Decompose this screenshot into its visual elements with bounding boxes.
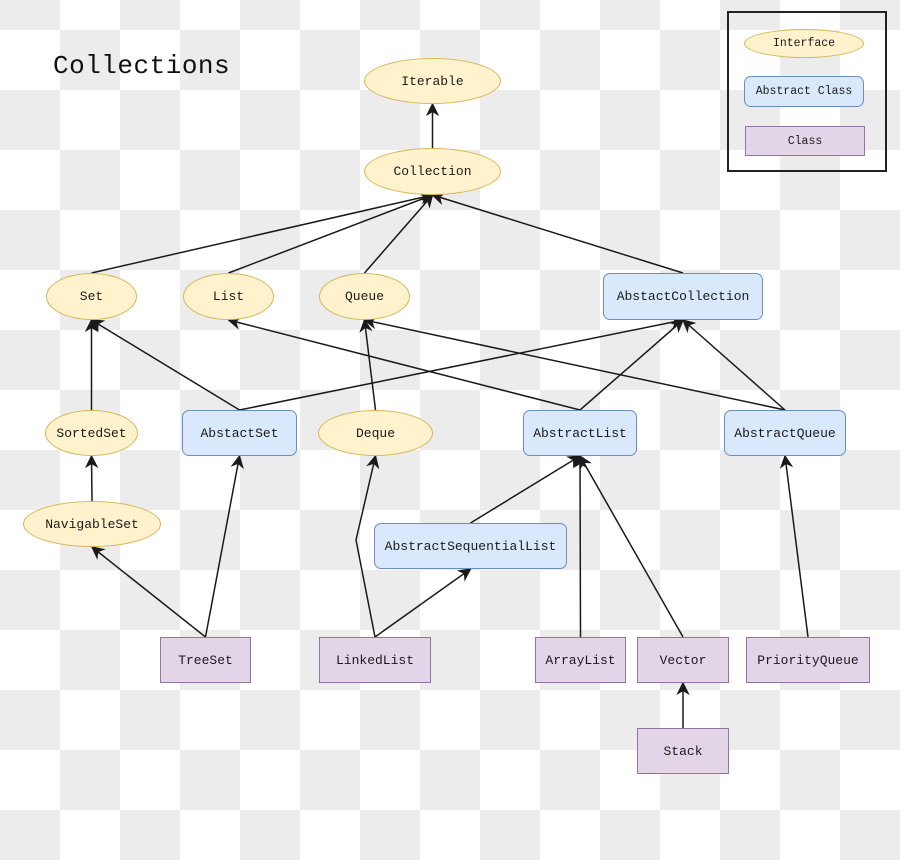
legend-interface: Interface xyxy=(744,29,864,58)
node-vector[interactable]: Vector xyxy=(637,637,729,683)
node-collection[interactable]: Collection xyxy=(364,148,501,195)
node-array-list[interactable]: ArrayList xyxy=(535,637,626,683)
node-abstact-collection[interactable]: AbstactCollection xyxy=(603,273,763,320)
node-navigable-set[interactable]: NavigableSet xyxy=(23,501,161,547)
edge-tree-set-to-navigable-set xyxy=(90,546,206,638)
node-abstract-list[interactable]: AbstractList xyxy=(523,410,637,456)
edge-linked-list-to-abstract-sequential-list xyxy=(374,568,472,638)
edge-tree-set-to-abstact-set xyxy=(204,454,244,638)
edge-deque-to-queue xyxy=(359,318,377,411)
node-queue[interactable]: Queue xyxy=(319,273,410,320)
node-abstact-set[interactable]: AbstactSet xyxy=(182,410,297,456)
node-list[interactable]: List xyxy=(183,273,274,320)
node-iterable[interactable]: Iterable xyxy=(364,58,501,104)
edge-set-to-collection xyxy=(91,191,434,274)
legend: Interface Abstract Class Class xyxy=(727,11,887,172)
node-priority-queue[interactable]: PriorityQueue xyxy=(746,637,870,683)
edge-vector-to-abstract-list xyxy=(579,454,684,638)
edge-array-list-to-abstract-list xyxy=(573,454,587,638)
node-abstract-queue[interactable]: AbstractQueue xyxy=(724,410,846,456)
edge-navigable-set-to-sorted-set xyxy=(84,454,99,502)
edge-abstract-queue-to-abstact-collection xyxy=(681,319,786,411)
edge-abstact-set-to-abstact-collection xyxy=(239,315,685,411)
node-deque[interactable]: Deque xyxy=(318,410,433,456)
edge-abstact-collection-to-collection xyxy=(431,192,684,274)
edge-abstract-list-to-list xyxy=(227,316,581,411)
node-linked-list[interactable]: LinkedList xyxy=(319,637,431,683)
node-set[interactable]: Set xyxy=(46,273,137,320)
edge-priority-queue-to-abstract-queue xyxy=(779,454,809,638)
legend-class: Class xyxy=(745,126,865,156)
edge-linked-list-to-deque xyxy=(355,454,380,638)
node-stack[interactable]: Stack xyxy=(637,728,729,774)
node-sorted-set[interactable]: SortedSet xyxy=(45,410,138,456)
edge-queue-to-collection xyxy=(363,193,434,274)
edge-abstact-set-to-set xyxy=(90,319,240,411)
legend-abstract-class: Abstract Class xyxy=(744,76,864,107)
node-tree-set[interactable]: TreeSet xyxy=(160,637,251,683)
diagram-title: Collections xyxy=(53,51,231,81)
edge-abstract-sequential-list-to-abstract-list xyxy=(470,455,582,524)
node-abstract-sequential-list[interactable]: AbstractSequentialList xyxy=(374,523,567,569)
edge-abstract-list-to-abstact-collection xyxy=(579,319,685,411)
edge-abstract-queue-to-queue xyxy=(363,315,786,411)
